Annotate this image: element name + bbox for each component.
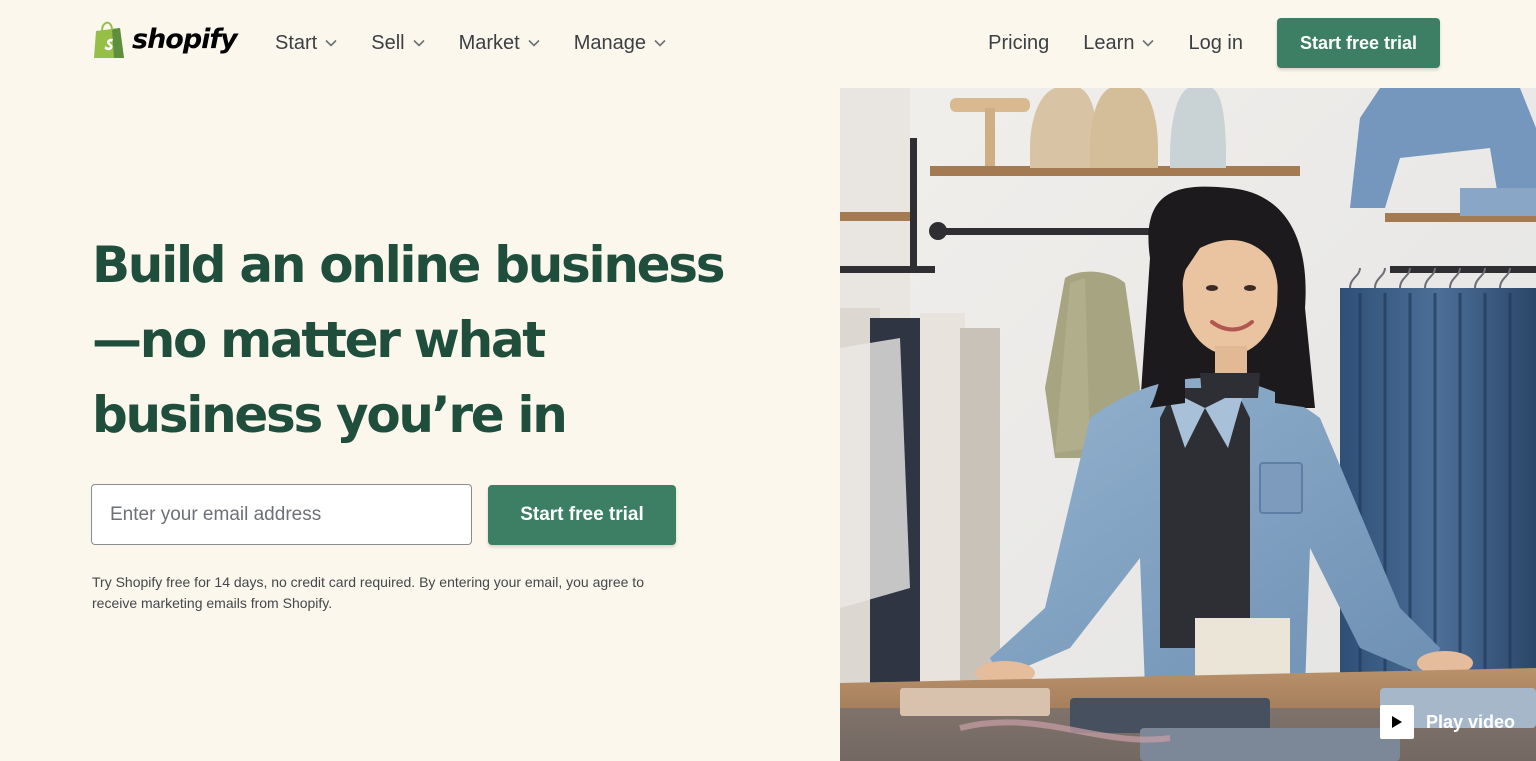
primary-nav: Start Sell Market Manage — [275, 0, 666, 86]
store-owner-image — [840, 88, 1536, 761]
brand-wordmark: shopify — [132, 23, 238, 55]
nav-sell-label: Sell — [371, 31, 405, 54]
nav-learn-label: Learn — [1083, 31, 1135, 54]
nav-manage[interactable]: Manage — [574, 32, 666, 55]
nav-learn[interactable]: Learn — [1083, 31, 1155, 55]
nav-pricing[interactable]: Pricing — [988, 32, 1049, 55]
play-video-button[interactable]: Play video — [1379, 705, 1515, 739]
disclaimer-line: Try Shopify free for 14 days, no credit … — [92, 574, 644, 590]
hero-headline-line: Build an online business — [92, 236, 725, 294]
chevron-down-icon — [654, 39, 666, 47]
nav-login[interactable]: Log in — [1188, 32, 1243, 55]
secondary-nav: Pricing Learn Log in Start free trial — [988, 0, 1440, 86]
chevron-down-icon — [325, 39, 337, 47]
disclaimer-line: receive marketing emails from Shopify. — [92, 595, 333, 611]
landing-page: shopify Start Sell Market Manage Pricing — [0, 0, 1536, 761]
play-video-label: Play video — [1425, 711, 1515, 732]
nav-start-label: Start — [275, 31, 318, 54]
hero-headline-line: —no matter what — [92, 311, 546, 369]
site-header: shopify Start Sell Market Manage Pricing — [0, 0, 1536, 86]
trial-disclaimer: Try Shopify free for 14 days, no credit … — [92, 572, 672, 614]
chevron-down-icon — [528, 39, 540, 47]
play-icon — [1379, 705, 1414, 739]
nav-sell[interactable]: Sell — [371, 31, 425, 55]
hero-photo: Play video — [840, 88, 1536, 761]
nav-market-label: Market — [458, 31, 520, 54]
shopify-logo[interactable]: shopify — [92, 20, 238, 60]
chevron-down-icon — [1142, 39, 1155, 47]
hero-headline: Build an online business —no matter what… — [92, 228, 732, 453]
shopping-bag-icon — [94, 21, 124, 58]
hero-headline-line: business you’re in — [92, 386, 568, 444]
nav-manage-label: Manage — [573, 31, 647, 54]
nav-start[interactable]: Start — [275, 32, 337, 55]
chevron-down-icon — [413, 39, 425, 47]
header-start-trial-button[interactable]: Start free trial — [1276, 18, 1440, 68]
nav-market[interactable]: Market — [459, 32, 540, 55]
hero-start-trial-button[interactable]: Start free trial — [488, 485, 676, 545]
email-field[interactable] — [91, 484, 472, 545]
